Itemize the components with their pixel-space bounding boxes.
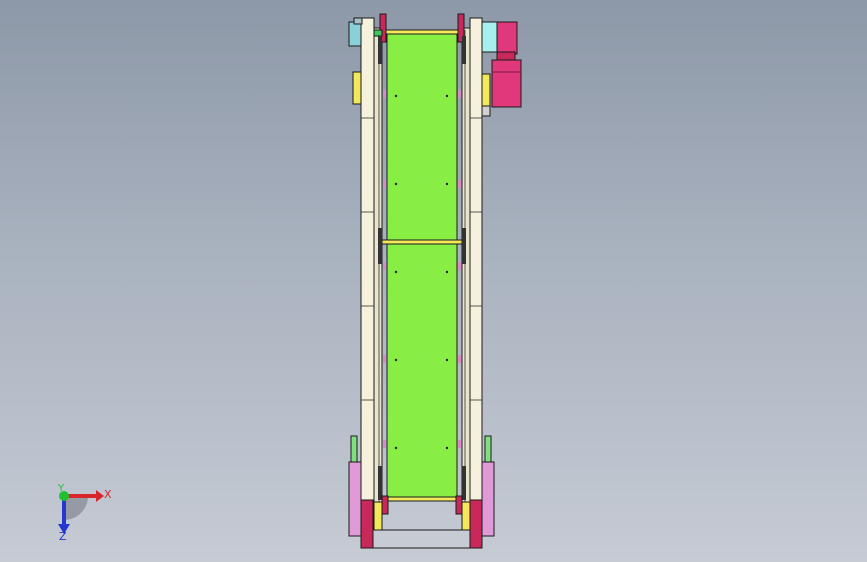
conveyor-belt-lower[interactable] xyxy=(386,243,458,498)
tail-crossbar xyxy=(381,496,463,502)
tail-right-red-plate xyxy=(455,495,463,515)
x-axis-arrowhead xyxy=(96,490,104,502)
head-left-bearing-cap xyxy=(353,17,363,25)
tail-left-red-post xyxy=(360,499,374,549)
head-left-bearing[interactable] xyxy=(348,21,362,47)
tail-right-red-post xyxy=(469,499,483,549)
gearbox[interactable] xyxy=(481,21,499,53)
conveyor-belt-upper[interactable] xyxy=(386,33,458,241)
right-yellow-bracket xyxy=(481,73,491,107)
coordinate-triad xyxy=(58,490,104,534)
tail-left-yellow-roller xyxy=(373,501,383,531)
triad-shadow xyxy=(64,496,88,520)
left-side-plate xyxy=(373,27,383,514)
head-green-clip xyxy=(373,29,383,37)
left-yellow-bracket xyxy=(352,71,362,105)
tail-right-pink-bracket xyxy=(481,461,495,537)
right-frame-rail xyxy=(469,17,483,549)
y-axis-label: Y xyxy=(58,483,65,494)
right-side-plate xyxy=(461,27,471,514)
tail-left-pink-bracket xyxy=(348,461,362,537)
tail-bottom-crossmember xyxy=(372,529,471,549)
x-axis-label: X xyxy=(104,488,112,501)
cad-viewport[interactable] xyxy=(0,0,867,562)
conveyor-assembly xyxy=(348,13,522,549)
tail-left-red-plate xyxy=(381,495,389,515)
tail-right-yellow-roller xyxy=(461,501,471,531)
tail-left-green-takeup xyxy=(350,435,358,463)
motor-coupling xyxy=(496,51,516,61)
z-axis-label: Z xyxy=(59,530,67,543)
gearbox-flange xyxy=(496,21,518,55)
left-frame-rail xyxy=(360,17,375,549)
mid-crossbar xyxy=(381,239,463,245)
right-small-block xyxy=(481,105,491,117)
tail-right-green-takeup xyxy=(484,435,492,463)
drive-motor[interactable] xyxy=(491,59,522,108)
head-crossbar xyxy=(381,29,463,35)
